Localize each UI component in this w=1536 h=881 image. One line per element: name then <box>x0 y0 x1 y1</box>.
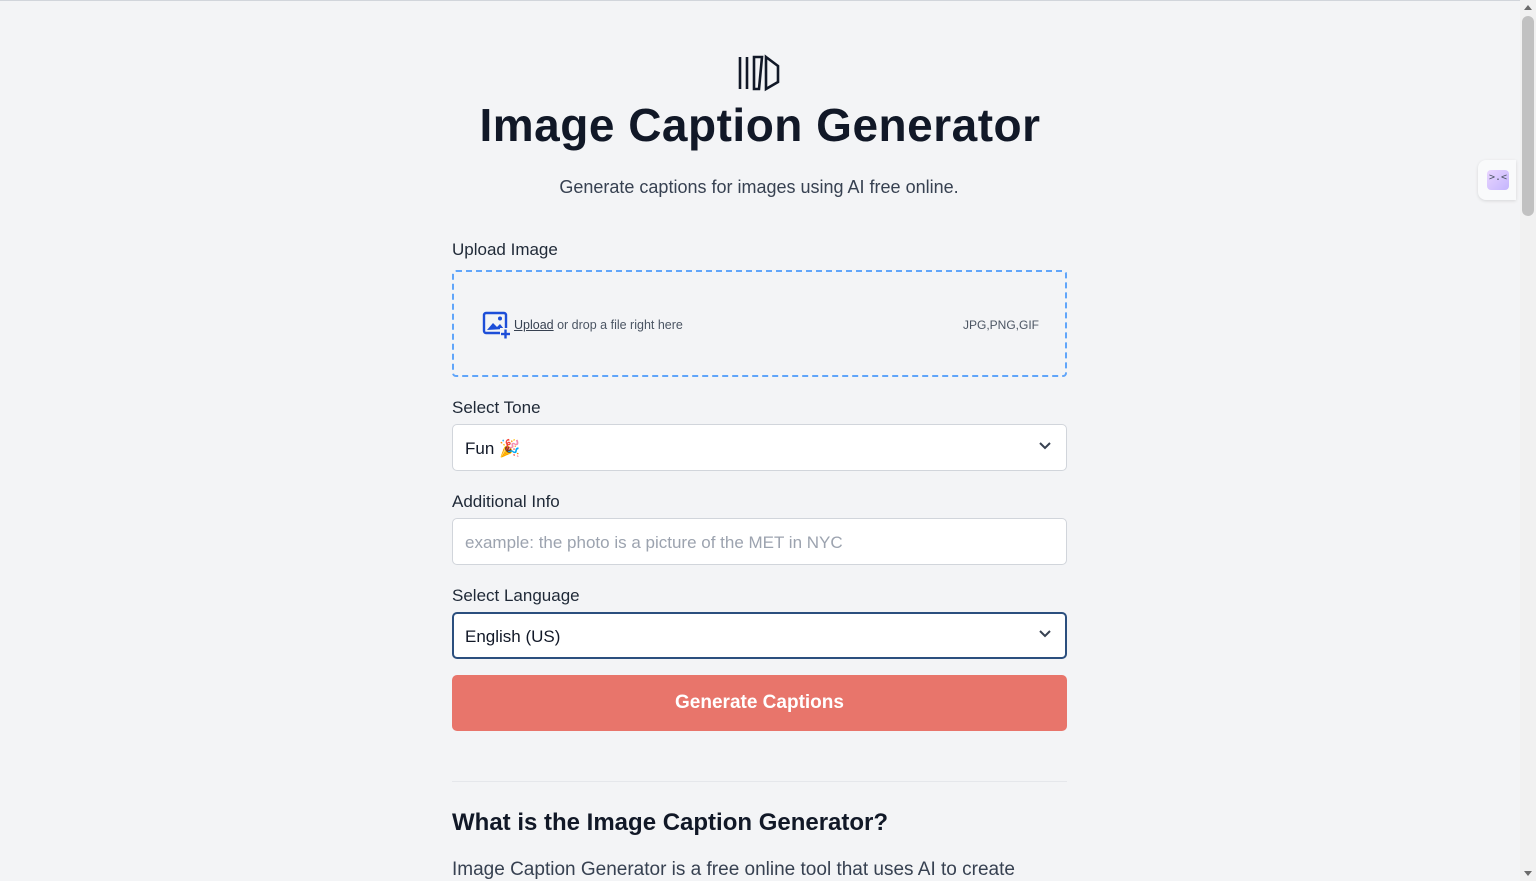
page-scrollbar[interactable] <box>1520 0 1536 881</box>
upload-label: Upload Image <box>452 240 558 259</box>
language-selected-value: English (US) <box>465 627 561 646</box>
about-text: Image Caption Generator is a free online… <box>452 859 1015 880</box>
language-select[interactable]: English (US) <box>452 612 1067 659</box>
generate-captions-button[interactable]: Generate Captions <box>452 675 1067 731</box>
dropzone-text: Upload or drop a file right here <box>514 318 683 332</box>
section-divider <box>452 781 1067 782</box>
tone-select[interactable]: Fun 🎉 <box>452 424 1067 471</box>
page-title: Image Caption Generator <box>479 99 1041 151</box>
logo-icon <box>738 54 780 92</box>
scrollbar-thumb[interactable] <box>1522 16 1534 216</box>
top-border <box>0 0 1520 1</box>
image-add-icon <box>482 311 511 339</box>
additional-info-placeholder: example: the photo is a picture of the M… <box>465 533 843 552</box>
tone-label: Select Tone <box>452 398 541 417</box>
page-subtitle: Generate captions for images using AI fr… <box>559 177 959 197</box>
scroll-down-arrow-icon[interactable] <box>1524 871 1532 876</box>
language-label: Select Language <box>452 586 580 605</box>
chevron-down-icon <box>1039 630 1051 638</box>
tone-selected-value: Fun 🎉 <box>465 439 521 458</box>
scroll-up-arrow-icon[interactable] <box>1524 5 1532 10</box>
upload-dropzone[interactable]: Upload or drop a file right here JPG,PNG… <box>452 270 1067 377</box>
browser-extension-widget[interactable]: >.< <box>1478 160 1516 200</box>
additional-info-input[interactable]: example: the photo is a picture of the M… <box>452 518 1067 565</box>
additional-info-label: Additional Info <box>452 492 560 511</box>
accepted-formats: JPG,PNG,GIF <box>962 318 1039 332</box>
extension-icon: >.< <box>1487 170 1509 190</box>
upload-link[interactable]: Upload <box>514 318 554 332</box>
about-heading: What is the Image Caption Generator? <box>452 809 889 836</box>
chevron-down-icon <box>1039 442 1051 450</box>
drop-instruction: or drop a file right here <box>553 318 683 332</box>
